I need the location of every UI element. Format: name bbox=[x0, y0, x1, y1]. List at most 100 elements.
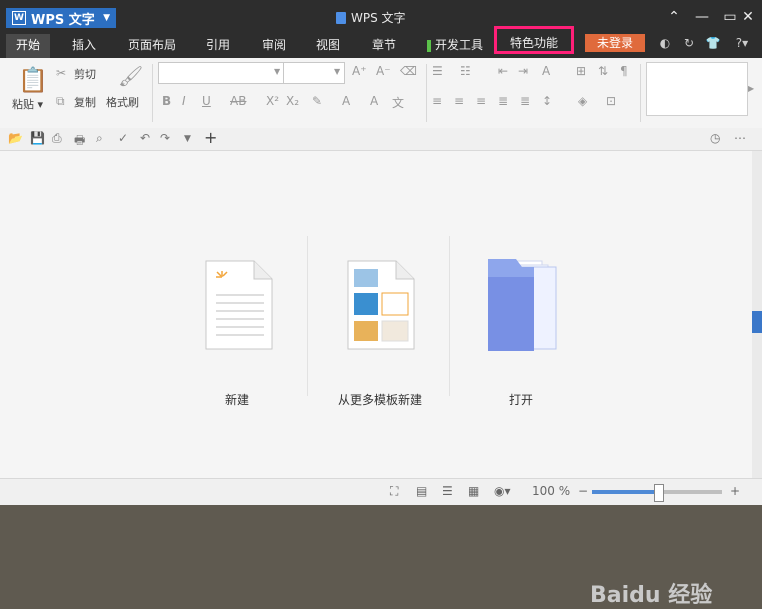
border-icon[interactable]: ⊡ bbox=[606, 94, 616, 108]
customize-dropdown-icon[interactable]: ▼ bbox=[184, 134, 191, 144]
decrease-indent-icon[interactable]: ⇤ bbox=[498, 64, 508, 78]
skin-icon[interactable]: ◐ bbox=[656, 34, 674, 52]
window-title-text: WPS 文字 bbox=[351, 11, 406, 25]
tab-chapter[interactable]: 章节 bbox=[362, 34, 406, 58]
grow-font-icon[interactable]: A⁺ bbox=[352, 64, 367, 78]
clock-icon[interactable]: ◷ bbox=[710, 131, 720, 145]
cut-button[interactable]: 剪切 bbox=[74, 66, 96, 82]
underline-icon[interactable]: U bbox=[202, 94, 211, 108]
undo-icon[interactable]: ↶ bbox=[140, 131, 150, 145]
help-label: ? bbox=[735, 36, 743, 50]
zoom-slider-fill bbox=[592, 490, 658, 494]
title-bar: W WPS 文字 ▼ WPS 文字 ⌃ — ▭ ✕ bbox=[0, 0, 762, 34]
distribute-icon[interactable]: ≣ bbox=[520, 94, 530, 108]
window-title: WPS 文字 bbox=[336, 9, 406, 26]
shading-icon[interactable]: ◈ bbox=[578, 94, 587, 108]
tab-special-features[interactable]: 特色功能 bbox=[494, 26, 574, 54]
save-icon[interactable]: 💾 bbox=[30, 131, 45, 145]
vertical-scrollbar[interactable] bbox=[752, 151, 762, 478]
open-folder-icon[interactable] bbox=[486, 257, 560, 353]
font-color-icon[interactable]: A bbox=[342, 94, 350, 108]
align-left-icon[interactable]: ≡ bbox=[432, 94, 442, 108]
table-icon[interactable]: ⊞ bbox=[576, 64, 586, 78]
italic-icon[interactable]: I bbox=[182, 94, 186, 108]
template-label[interactable]: 从更多模板新建 bbox=[305, 391, 455, 408]
increase-indent-icon[interactable]: ⇥ bbox=[518, 64, 528, 78]
show-marks-icon[interactable]: ¶ bbox=[620, 64, 628, 78]
help-button[interactable]: ?▾ bbox=[728, 34, 756, 52]
print-preview-icon[interactable]: ⌕ bbox=[96, 131, 103, 146]
text-direction-icon[interactable]: A bbox=[542, 64, 550, 78]
template-gallery-icon[interactable] bbox=[346, 259, 416, 351]
reading-mode-icon[interactable]: ◉▾ bbox=[494, 484, 511, 498]
numbered-list-icon[interactable]: ☷ bbox=[460, 64, 471, 78]
open-icon[interactable]: 📂 bbox=[8, 131, 23, 145]
print-icon[interactable]: 🖶 bbox=[74, 131, 85, 152]
more-icon[interactable]: ⋯ bbox=[734, 131, 746, 145]
sort-icon[interactable]: ⇅ bbox=[598, 64, 608, 78]
align-right-icon[interactable]: ≡ bbox=[476, 94, 486, 108]
char-shading-icon[interactable]: A bbox=[370, 94, 378, 108]
new-document-label[interactable]: 新建 bbox=[162, 391, 312, 408]
copy-icon[interactable]: ⧉ bbox=[56, 94, 65, 109]
shirt-icon[interactable]: 👕 bbox=[704, 34, 722, 52]
format-painter-button[interactable]: 格式刷 bbox=[106, 94, 139, 110]
chevron-down-icon[interactable]: ▼ bbox=[274, 67, 280, 76]
superscript-icon[interactable]: X² bbox=[266, 94, 279, 108]
close-button[interactable]: ✕ bbox=[734, 6, 762, 28]
line-spacing-icon[interactable]: ↕ bbox=[542, 94, 552, 108]
tab-review[interactable]: 审阅 bbox=[252, 34, 296, 58]
tab-page-layout[interactable]: 页面布局 bbox=[120, 34, 184, 58]
open-label[interactable]: 打开 bbox=[446, 391, 596, 408]
format-painter-icon[interactable]: 🖌 bbox=[118, 64, 143, 88]
phonetic-icon[interactable]: 文 bbox=[392, 94, 404, 111]
paste-button[interactable]: 粘贴 ▾ bbox=[12, 96, 43, 112]
developer-marker-icon bbox=[426, 39, 431, 52]
align-center-icon[interactable]: ≡ bbox=[454, 94, 464, 108]
zoom-level[interactable]: 100 % bbox=[532, 484, 570, 498]
paste-label: 粘贴 bbox=[12, 98, 34, 111]
chevron-down-icon[interactable]: ▼ bbox=[334, 67, 340, 76]
paste-icon[interactable]: 📋 bbox=[18, 66, 48, 94]
style-gallery[interactable] bbox=[646, 62, 748, 116]
divider bbox=[449, 236, 450, 396]
new-tab-plus-icon[interactable]: + bbox=[204, 128, 217, 147]
tab-references[interactable]: 引用 bbox=[196, 34, 240, 58]
outline-view-icon[interactable]: ☰ bbox=[442, 484, 453, 498]
fullscreen-icon[interactable]: ⛶ bbox=[390, 484, 398, 499]
tab-view[interactable]: 视图 bbox=[306, 34, 350, 58]
minimize-button[interactable]: — bbox=[688, 6, 716, 28]
zoom-in-icon[interactable]: + bbox=[730, 484, 740, 498]
new-document-icon[interactable] bbox=[204, 259, 274, 351]
highlight-icon[interactable]: ✎ bbox=[312, 94, 322, 108]
ribbon-tabs: 开始 插入 页面布局 引用 审阅 视图 章节 开发工具 特色功能 bbox=[0, 26, 762, 58]
tab-start[interactable]: 开始 bbox=[6, 34, 50, 58]
scissors-icon[interactable]: ✂ bbox=[56, 66, 66, 80]
bullet-list-icon[interactable]: ☰ bbox=[432, 64, 443, 78]
bold-icon[interactable]: B bbox=[162, 94, 171, 108]
tab-insert[interactable]: 插入 bbox=[62, 34, 106, 58]
login-button[interactable]: 未登录 bbox=[585, 34, 645, 52]
clear-format-icon[interactable]: ⌫ bbox=[400, 64, 417, 78]
zoom-out-icon[interactable]: − bbox=[578, 484, 588, 498]
font-name-field[interactable] bbox=[158, 62, 284, 84]
chevron-right-icon[interactable]: ▶ bbox=[748, 84, 754, 93]
side-panel-toggle[interactable] bbox=[752, 311, 762, 333]
export-pdf-icon[interactable]: ⎙ bbox=[52, 131, 62, 146]
zoom-slider[interactable] bbox=[592, 484, 722, 502]
sync-icon[interactable]: ↻ bbox=[680, 34, 698, 52]
spellcheck-icon[interactable]: ✓ bbox=[118, 131, 128, 145]
zoom-slider-thumb[interactable] bbox=[654, 484, 664, 502]
collapse-ribbon-icon[interactable]: ⌃ bbox=[660, 6, 688, 28]
web-view-icon[interactable]: ▦ bbox=[468, 484, 479, 498]
quick-access-toolbar: 📂 💾 ⎙ 🖶 ⌕ ✓ ↶ ↷ ▼ + ◷ ⋯ bbox=[0, 128, 762, 151]
strikethrough-icon[interactable]: AB bbox=[230, 94, 246, 108]
copy-button[interactable]: 复制 bbox=[74, 94, 96, 110]
redo-icon[interactable]: ↷ bbox=[160, 131, 170, 145]
tab-developer[interactable]: 开发工具 bbox=[420, 34, 490, 58]
app-menu-button[interactable]: W WPS 文字 ▼ bbox=[6, 8, 116, 28]
page-view-icon[interactable]: ▤ bbox=[416, 484, 427, 498]
subscript-icon[interactable]: X₂ bbox=[286, 94, 299, 108]
justify-icon[interactable]: ≣ bbox=[498, 94, 508, 108]
shrink-font-icon[interactable]: A⁻ bbox=[376, 64, 391, 78]
